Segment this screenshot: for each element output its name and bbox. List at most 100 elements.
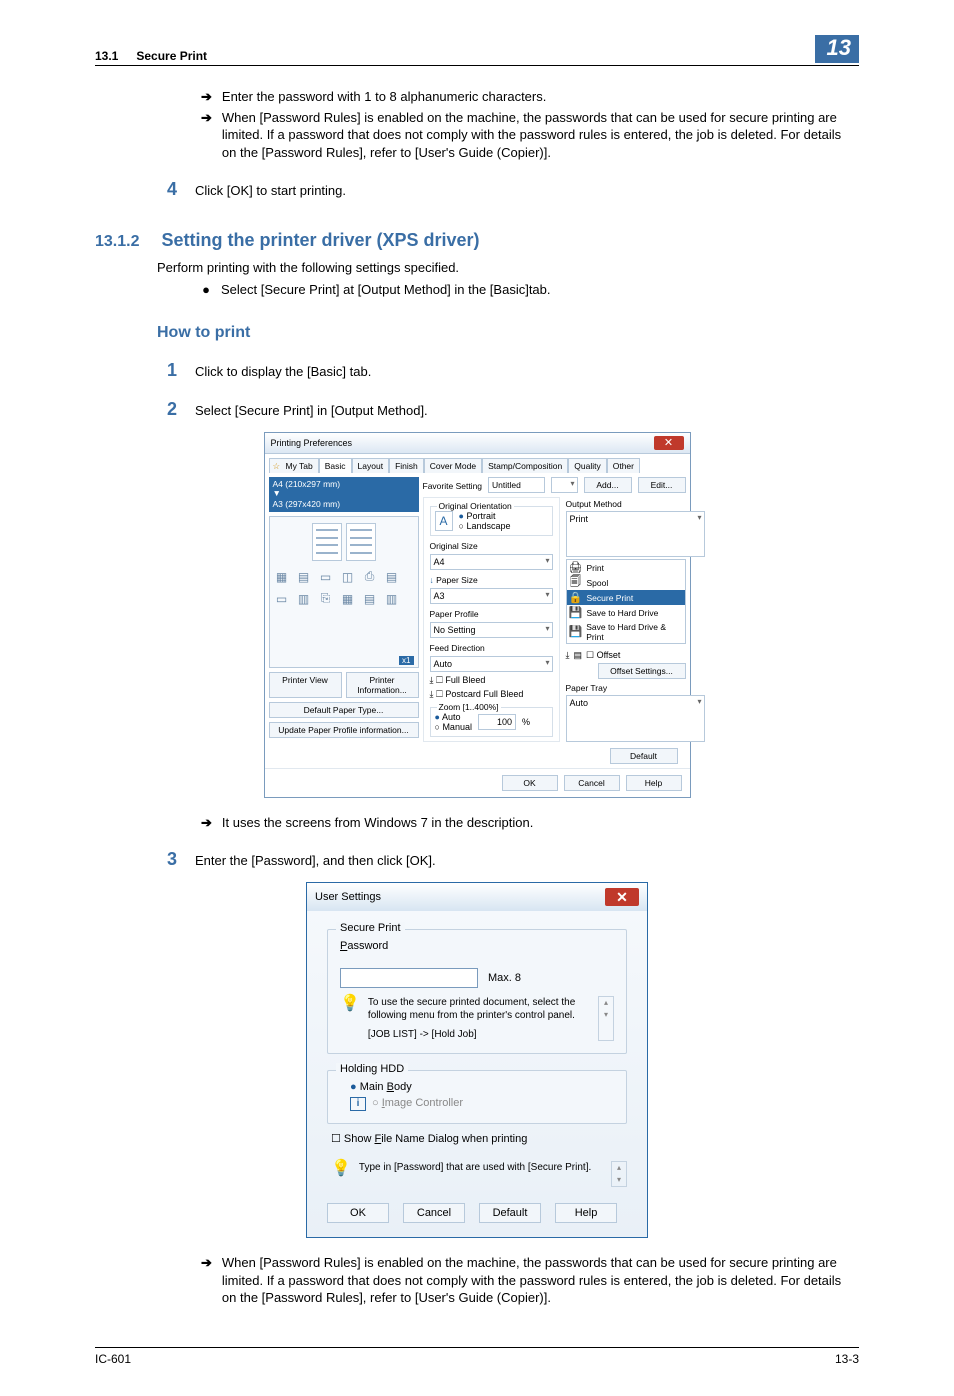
note-arrow-item: ➔ It uses the screens from Windows 7 in … xyxy=(201,814,859,832)
zoom-manual-radio[interactable]: Manual xyxy=(435,722,472,732)
note-arrow-item: ➔ When [Password Rules] is enabled on th… xyxy=(201,1254,859,1307)
step-2: 2 Select [Secure Print] in [Output Metho… xyxy=(157,399,859,420)
preview-feature-icon: ▭ xyxy=(274,591,290,607)
bulb-icon: 💡 xyxy=(340,996,360,1041)
full-bleed-checkbox[interactable]: Full Bleed xyxy=(436,675,485,685)
favorite-setting-label: Favorite Setting xyxy=(423,481,483,491)
tab-layout[interactable]: Layout xyxy=(352,458,390,473)
note-text: It uses the screens from Windows 7 in th… xyxy=(222,814,533,832)
tab-stamp[interactable]: Stamp/Composition xyxy=(482,458,568,473)
paper-size-dropdown[interactable]: A3 xyxy=(430,588,553,604)
cancel-button[interactable]: Cancel xyxy=(564,775,620,791)
tab-quality[interactable]: Quality xyxy=(568,458,606,473)
preview-feature-icon: ▥ xyxy=(296,591,312,607)
ok-button[interactable]: OK xyxy=(502,775,558,791)
offset-icon: ⤓ xyxy=(566,650,570,661)
info-text-2: Type in [Password] that are used with [S… xyxy=(359,1161,603,1187)
footer-left: IC-601 xyxy=(95,1352,131,1366)
update-profile-button[interactable]: Update Paper Profile information... xyxy=(269,722,419,738)
zoom-auto-radio[interactable]: Auto xyxy=(435,712,472,722)
cancel-button[interactable]: Cancel xyxy=(403,1203,465,1223)
offset-checkbox[interactable]: Offset xyxy=(586,650,686,661)
orientation-group-label: Original Orientation xyxy=(437,501,514,511)
tab-covermode[interactable]: Cover Mode xyxy=(424,458,482,473)
subsection-intro: Perform printing with the following sett… xyxy=(157,259,859,277)
paper-tray-dropdown[interactable]: Auto xyxy=(566,695,705,742)
hdd-main-body-radio[interactable] xyxy=(350,1081,360,1093)
tab-basic[interactable]: Basic xyxy=(319,458,352,473)
printer-info-button[interactable]: Printer Information... xyxy=(346,672,419,698)
step-text: Select [Secure Print] in [Output Method]… xyxy=(195,402,859,420)
zoom-value-input[interactable]: 100 xyxy=(478,714,516,730)
password-label: Password xyxy=(340,940,614,952)
info-text-1b: [JOB LIST] -> [Hold Job] xyxy=(368,1028,590,1041)
output-method-item-spool[interactable]: 🗐Spool xyxy=(567,575,685,590)
tab-other[interactable]: Other xyxy=(607,458,640,473)
postcard-icon: ⤓ xyxy=(430,689,434,699)
preview-feature-icon: ▥ xyxy=(384,591,400,607)
dialog-title: Printing Preferences xyxy=(271,438,353,448)
how-to-print-heading: How to print xyxy=(157,324,859,342)
note-text: When [Password Rules] is enabled on the … xyxy=(222,109,859,162)
output-method-dropdown[interactable]: Print xyxy=(566,511,705,558)
dialog-title: User Settings xyxy=(315,891,381,903)
printing-preferences-dialog: Printing Preferences ✕ My Tab Basic Layo… xyxy=(264,432,691,798)
default-button[interactable]: Default xyxy=(610,748,678,764)
printer-view-button[interactable]: Printer View xyxy=(269,672,342,698)
default-button[interactable]: Default xyxy=(479,1203,541,1223)
output-method-item-print[interactable]: 🖨Print xyxy=(567,560,685,575)
info-scrollbar[interactable]: ▴▾ xyxy=(611,1161,627,1187)
preview-feature-icon: ▦ xyxy=(340,591,356,607)
info-text-1a: To use the secure printed document, sele… xyxy=(368,996,590,1022)
output-method-item-secure[interactable]: 🔒Secure Print xyxy=(567,590,685,605)
orientation-landscape-radio[interactable]: Landscape xyxy=(459,521,511,531)
help-button[interactable]: Help xyxy=(626,775,682,791)
tab-finish[interactable]: Finish xyxy=(389,458,424,473)
output-method-item-save-print[interactable]: 💾Save to Hard Drive & Print xyxy=(567,620,685,643)
hdd-image-controller-radio[interactable] xyxy=(372,1097,382,1109)
save-icon: 💾 xyxy=(569,607,583,619)
page-header: 13.1 Secure Print 13 xyxy=(95,35,859,66)
step-number: 1 xyxy=(157,360,177,381)
tab-mytab[interactable]: My Tab xyxy=(269,458,319,473)
paper-profile-dropdown[interactable]: No Setting xyxy=(430,622,553,638)
header-section-num: 13.1 xyxy=(95,49,118,63)
feed-direction-dropdown[interactable]: Auto xyxy=(430,656,553,672)
chapter-number-box: 13 xyxy=(815,35,859,63)
note-text: When [Password Rules] is enabled on the … xyxy=(222,1254,859,1307)
show-filename-checkbox[interactable] xyxy=(331,1133,344,1145)
favorite-setting-dropdown[interactable] xyxy=(551,477,578,493)
bullet-text: Select [Secure Print] at [Output Method]… xyxy=(221,281,551,299)
close-icon[interactable]: ✕ xyxy=(654,436,684,450)
help-button[interactable]: Help xyxy=(555,1203,617,1223)
preview-feature-icon: ◫ xyxy=(340,569,356,585)
arrow-down-icon: ↓ xyxy=(430,575,434,585)
info-scrollbar[interactable]: ▴▾ xyxy=(598,996,614,1041)
output-method-item-save[interactable]: 💾Save to Hard Drive xyxy=(567,605,685,620)
orientation-portrait-radio[interactable]: Portrait xyxy=(459,511,511,521)
paper-profile-label: Paper Profile xyxy=(430,609,553,619)
info-icon: i xyxy=(350,1097,366,1111)
ok-button[interactable]: OK xyxy=(327,1203,389,1223)
favorite-add-button[interactable]: Add... xyxy=(584,477,632,493)
preview-feature-icon: ▭ xyxy=(318,569,334,585)
favorite-edit-button[interactable]: Edit... xyxy=(638,477,686,493)
preview-feature-icon: ▤ xyxy=(362,591,378,607)
preview-canvas: ▦ ▤ ▭ ◫ ⎙ ▤ ▭ ▥ ⎘ ▦ ▤ ▥ x1 xyxy=(269,516,419,668)
header-section-title: Secure Print xyxy=(136,49,207,63)
original-size-dropdown[interactable]: A4 xyxy=(430,554,553,570)
password-input[interactable] xyxy=(340,968,478,988)
note-text: Enter the password with 1 to 8 alphanume… xyxy=(222,88,546,106)
preview-feature-icon: ⎘ xyxy=(318,591,334,607)
page-icon xyxy=(312,523,342,561)
default-paper-button[interactable]: Default Paper Type... xyxy=(269,702,419,718)
save-print-icon: 💾 xyxy=(569,626,583,638)
offset-settings-button[interactable]: Offset Settings... xyxy=(598,663,686,679)
step-3: 3 Enter the [Password], and then click [… xyxy=(157,849,859,870)
subsection-bullet: ● Select [Secure Print] at [Output Metho… xyxy=(201,281,859,299)
step-text: Click to display the [Basic] tab. xyxy=(195,363,859,381)
preview-x1-badge: x1 xyxy=(399,656,413,665)
original-size-label: Original Size xyxy=(430,541,553,551)
postcard-bleed-checkbox[interactable]: Postcard Full Bleed xyxy=(436,689,523,699)
close-icon[interactable]: ✕ xyxy=(605,888,639,906)
